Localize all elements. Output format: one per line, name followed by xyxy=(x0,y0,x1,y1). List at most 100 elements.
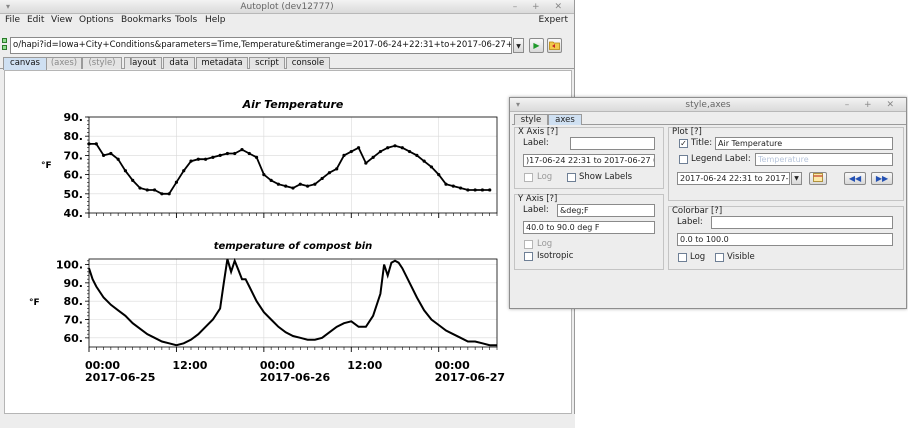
colorbar-range-input[interactable]: 0.0 to 100.0 xyxy=(677,233,893,246)
main-tabs: canvas (axes) (style) layout data metada… xyxy=(0,57,575,70)
isotropic-checkbox[interactable] xyxy=(524,252,533,261)
x-range-input[interactable]: )17-06-24 22:31 to 2017-06-27 06: xyxy=(523,154,655,167)
tab-style[interactable]: (style) xyxy=(82,57,122,69)
tab-console[interactable]: console xyxy=(286,57,330,69)
tab-data[interactable]: data xyxy=(163,57,195,69)
play-icon: ▶ xyxy=(533,41,540,50)
p1-ytick-label: 70. xyxy=(64,149,84,162)
plot-title-input[interactable]: Air Temperature xyxy=(715,137,893,150)
plot-canvas[interactable]: Air Temperature °F 90. 80. 70. 60. 50. 40. te… xyxy=(4,70,572,414)
plot2-title: temperature of compost bin xyxy=(214,241,373,252)
go-button[interactable]: ▶ xyxy=(529,38,544,53)
p1-data-point xyxy=(349,149,353,154)
p1-data-point xyxy=(458,186,463,190)
tab-layout[interactable]: layout xyxy=(124,57,162,69)
show-labels-checkbox[interactable] xyxy=(567,173,576,182)
menu-tools[interactable]: Tools xyxy=(175,15,197,25)
y-axis-title[interactable]: Y Axis [?] xyxy=(518,194,557,204)
menu-options[interactable]: Options xyxy=(79,15,114,25)
plot2-series-line[interactable] xyxy=(88,257,497,347)
menu-bookmarks[interactable]: Bookmarks xyxy=(121,15,171,25)
colorbar-title[interactable]: Colorbar [?] xyxy=(672,206,722,216)
tab-canvas[interactable]: canvas xyxy=(3,57,47,70)
p2-ytick-label: 60. xyxy=(64,332,84,345)
window-controls[interactable]: – + ✕ xyxy=(513,0,568,14)
y-log-label: Log xyxy=(537,239,553,249)
colorbar-log-checkbox[interactable] xyxy=(678,253,687,262)
colorbar-label-input[interactable] xyxy=(711,216,893,229)
tab-script[interactable]: script xyxy=(249,57,285,69)
x-log-checkbox[interactable] xyxy=(524,173,533,182)
previous-interval-button[interactable]: ◀◀ xyxy=(844,172,866,185)
p1-data-point xyxy=(393,144,397,148)
y-label-input[interactable]: &deg;F xyxy=(557,204,655,217)
legend-label-input[interactable]: Temperature xyxy=(755,153,893,166)
menu-edit[interactable]: Edit xyxy=(27,15,44,25)
menu-expert[interactable]: Expert xyxy=(539,15,569,25)
menu-help[interactable]: Help xyxy=(205,15,226,25)
plot1-ylabel: °F xyxy=(41,161,52,171)
colorbar-panel: Colorbar [?] Label: 0.0 to 100.0 Log Vis… xyxy=(668,206,904,270)
p1-data-point xyxy=(480,188,485,192)
p1-data-point xyxy=(131,178,135,182)
plot-svg: Air Temperature °F 90. 80. 70. 60. 50. 40. te… xyxy=(29,98,505,384)
url-input[interactable]: o/hapi?id=Iowa+City+Conditions&parameter… xyxy=(10,37,512,54)
p1-data-point xyxy=(167,192,171,196)
menu-view[interactable]: View xyxy=(51,15,72,25)
x-tick-label: 12:00 xyxy=(347,359,382,372)
x-axis-title[interactable]: X Axis [?] xyxy=(518,127,558,137)
p1-data-point xyxy=(116,157,120,161)
p2-ytick-label: 90. xyxy=(64,277,84,290)
dialog-tab-axes[interactable]: axes xyxy=(548,114,582,125)
title-checkbox[interactable]: ✓ xyxy=(679,139,688,148)
x-axis-panel: X Axis [?] Label: )17-06-24 22:31 to 201… xyxy=(514,127,664,189)
colorbar-visible-checkbox[interactable] xyxy=(715,253,724,262)
p1-data-point xyxy=(182,169,186,173)
p1-data-point xyxy=(276,182,281,186)
tab-axes[interactable]: (axes) xyxy=(46,57,82,69)
calendar-button[interactable] xyxy=(809,172,827,185)
url-dropdown-button[interactable]: ▼ xyxy=(513,38,524,53)
timerange-dropdown[interactable]: ▼ xyxy=(791,172,802,185)
p1-data-point xyxy=(415,153,419,157)
p1-data-point xyxy=(407,149,412,154)
p1-data-point xyxy=(422,159,426,163)
p1-data-point xyxy=(305,184,310,188)
next-interval-button[interactable]: ▶▶ xyxy=(871,172,893,185)
status-bar xyxy=(0,414,575,428)
plot2-grid xyxy=(88,259,497,347)
isotropic-label: Isotropic xyxy=(537,251,574,261)
dialog-window-controls[interactable]: – + ✕ xyxy=(845,98,900,112)
timerange-input[interactable]: 2017-06-24 22:31 to 2017-06-27 xyxy=(677,172,790,185)
y-range-input[interactable]: 40.0 to 90.0 deg F xyxy=(523,221,655,234)
plot1-frame xyxy=(88,116,498,214)
x-label-input[interactable] xyxy=(570,137,655,150)
p1-data-point xyxy=(386,146,390,150)
p1-data-point xyxy=(466,188,470,192)
open-folder-button[interactable] xyxy=(547,38,562,53)
legend-label-checkbox[interactable] xyxy=(679,155,688,164)
p1-data-point xyxy=(211,155,215,159)
menu-file[interactable]: File xyxy=(5,15,20,25)
dialog-tabs: style axes xyxy=(512,114,906,125)
p1-data-point xyxy=(488,188,492,192)
dialog-tab-style[interactable]: style xyxy=(514,114,548,125)
p1-ytick-label: 50. xyxy=(64,188,84,201)
style-axes-dialog: ▾ style,axes – + ✕ style axes X Axis [?]… xyxy=(509,97,907,309)
tab-metadata[interactable]: metadata xyxy=(196,57,248,69)
chevron-down-icon: ▼ xyxy=(794,175,799,182)
colorbar-log-label: Log xyxy=(690,252,706,262)
p1-data-point xyxy=(429,165,434,169)
y-log-checkbox[interactable] xyxy=(524,240,533,249)
p1-data-point xyxy=(451,184,455,188)
plot-panel-title[interactable]: Plot [?] xyxy=(672,127,702,137)
p1-ytick-label: 60. xyxy=(64,169,84,182)
plot1-series-line[interactable] xyxy=(89,143,490,195)
plot1-y-axis: 90. 80. 70. 60. 50. 40. xyxy=(64,111,89,220)
p1-data-point xyxy=(109,151,113,156)
plot-title-caption: Title: xyxy=(691,138,713,148)
p1-data-point xyxy=(123,169,128,173)
p1-data-point xyxy=(218,153,222,157)
main-window: ▾ Autoplot (dev12777) – + ✕ File Edit Vi… xyxy=(0,0,575,428)
window-title: Autoplot (dev12777) xyxy=(240,2,334,12)
